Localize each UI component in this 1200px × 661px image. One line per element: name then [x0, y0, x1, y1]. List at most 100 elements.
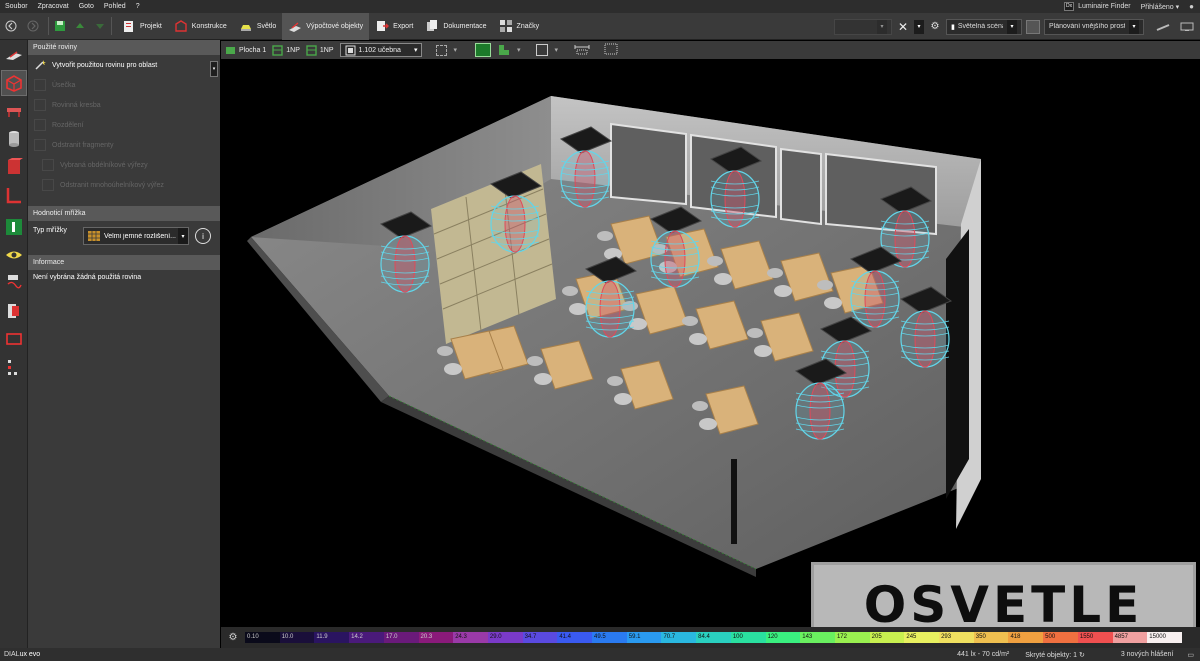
- panel-scroll-button[interactable]: ▾: [210, 61, 218, 77]
- zoom-extent-icon[interactable]: [536, 44, 549, 56]
- remove-fragments-icon: [34, 139, 46, 151]
- tab-construction[interactable]: Konstrukce: [168, 13, 233, 40]
- table-surface-icon[interactable]: [1, 98, 27, 124]
- undo-icon[interactable]: [73, 19, 87, 33]
- user-icon[interactable]: ●: [1183, 2, 1200, 11]
- menu-goto[interactable]: Goto: [74, 0, 99, 13]
- scale-cell: 205: [869, 632, 905, 643]
- luminaire: [489, 171, 543, 253]
- wall-surface-icon[interactable]: [1, 154, 27, 180]
- hidden-objects-status[interactable]: Skryté objekty: 1 ↻: [1017, 651, 1093, 659]
- light-scene-combo[interactable]: ▮ Světelná scéna 1 ▾: [946, 18, 1022, 35]
- remove-fragments-label: Odstranit fragmenty: [52, 141, 114, 149]
- scale-cell: 418: [1008, 632, 1044, 643]
- tab-project-label: Projekt: [140, 22, 162, 30]
- use-plane-icon[interactable]: [1, 70, 27, 96]
- screen-icon[interactable]: [1180, 20, 1194, 34]
- calc-surface-icon[interactable]: [1, 42, 27, 68]
- rect-cutout-label: Vybraná obdélníkové výřezy: [60, 161, 148, 169]
- scale-cell: 20.3: [418, 632, 454, 643]
- display-options-icon[interactable]: [604, 43, 618, 57]
- dialux-logo: DIALux evo: [0, 651, 40, 658]
- chevron-down-icon[interactable]: ▾: [914, 19, 924, 34]
- area-icon: [226, 46, 235, 54]
- area-selector[interactable]: Plocha 1: [225, 45, 266, 56]
- measure-readout: 441 lx - 70 cd/m²: [957, 651, 1010, 658]
- luminaire: [379, 211, 433, 293]
- points-grid-icon[interactable]: [1, 354, 27, 380]
- floor-icon: [306, 44, 317, 56]
- selection-frame-icon[interactable]: [436, 44, 448, 56]
- observer-eye-icon[interactable]: [1, 242, 27, 268]
- login-status[interactable]: Přihlášeno ▾: [1137, 3, 1184, 11]
- menu-help[interactable]: ?: [131, 0, 145, 13]
- 3d-view-icon[interactable]: [474, 43, 491, 57]
- emergency-exit-icon[interactable]: [1, 214, 27, 240]
- glare-calc-icon[interactable]: [1, 270, 27, 296]
- tab-light[interactable]: Světlo: [233, 13, 282, 40]
- floor-plan-icon[interactable]: [497, 43, 511, 57]
- redo-icon[interactable]: [93, 19, 107, 33]
- split-icon: [34, 119, 46, 131]
- notification-icon[interactable]: ▭: [1181, 651, 1200, 659]
- back-icon[interactable]: [0, 13, 22, 40]
- grid-icon: [88, 231, 100, 241]
- info-icon[interactable]: i: [195, 228, 211, 244]
- save-icon[interactable]: [53, 19, 67, 33]
- rectangle-tool-icon[interactable]: [1, 326, 27, 352]
- luminaire-finder-button[interactable]: Dx Luminaire Finder: [1058, 2, 1137, 11]
- forward-icon[interactable]: [22, 13, 44, 40]
- tab-export[interactable]: Export: [369, 13, 419, 40]
- cut-window-icon[interactable]: [1, 298, 27, 324]
- tab-markers[interactable]: Značky: [493, 13, 546, 40]
- menu-view[interactable]: Pohled: [99, 0, 131, 13]
- cylinder-icon[interactable]: [1, 126, 27, 152]
- floor-selector-2[interactable]: 1NP: [306, 44, 334, 56]
- floor-selector-1[interactable]: 1NP: [272, 44, 300, 56]
- planning-combo[interactable]: Plánování vnějšího prost... ▾: [1044, 18, 1144, 35]
- info-text: Není vybrána žádná použitá rovina: [33, 274, 142, 281]
- floor-surface-icon[interactable]: [1, 182, 27, 208]
- main-toolbar: Projekt Konstrukce Světlo Výpočtové obje…: [0, 12, 1200, 40]
- room-selector[interactable]: 1.102 učebna ▾: [339, 43, 423, 57]
- chevron-down-icon[interactable]: ▾: [517, 46, 521, 54]
- settings-gear-icon[interactable]: ⚙: [928, 20, 942, 34]
- ruler-icon[interactable]: [1156, 20, 1170, 34]
- scale-cell: 10.0: [279, 632, 315, 643]
- export-icon: [377, 21, 390, 31]
- section-used-planes-header: Použité roviny: [28, 40, 220, 55]
- tab-documentation[interactable]: Dokumentace: [419, 13, 492, 40]
- create-use-plane-label: Vytvořit použitou rovinu pro oblast: [52, 61, 158, 69]
- scale-settings-gear-icon[interactable]: ⚙: [221, 632, 245, 643]
- split-label: Rozdělení: [52, 121, 84, 129]
- menu-process[interactable]: Zpracovat: [33, 0, 74, 13]
- tab-markers-label: Značky: [516, 22, 540, 30]
- selection-combo[interactable]: ▾: [834, 18, 892, 35]
- properties-panel: Použité roviny ▾ Vytvořit použitou rovin…: [28, 40, 220, 648]
- luminaire: [794, 358, 848, 440]
- chevron-down-icon[interactable]: ▾: [453, 46, 457, 54]
- grid-type-select[interactable]: Velmi jemné rozlišení... ▾: [83, 227, 189, 245]
- tab-calc-objects[interactable]: Výpočtové objekty: [282, 12, 370, 40]
- menu-file[interactable]: Soubor: [0, 0, 33, 13]
- luminaire-finder-label: Luminaire Finder: [1078, 3, 1131, 10]
- planning-label: Plánování vnějšího prost...: [1049, 23, 1125, 30]
- door-frame: [731, 459, 737, 544]
- calc-objects-icon: [289, 22, 302, 32]
- 3d-viewport[interactable]: [221, 59, 1200, 627]
- scene-color-swatch[interactable]: [1026, 19, 1040, 34]
- room-label: 1.102 učebna: [358, 46, 401, 54]
- create-use-plane-item[interactable]: Vytvořit použitou rovinu pro oblast: [28, 55, 220, 75]
- dimension-icon[interactable]: [574, 43, 590, 57]
- blackboard: [946, 229, 969, 499]
- messages-status[interactable]: 3 nových hlášení: [1113, 651, 1182, 658]
- luminaire: [849, 246, 903, 328]
- delete-icon[interactable]: ✕: [896, 20, 910, 34]
- scale-cell: 172: [834, 632, 870, 643]
- tab-project[interactable]: Projekt: [116, 13, 168, 40]
- chevron-down-icon[interactable]: ▾: [554, 46, 558, 54]
- rect-cutout-item: Vybraná obdélníkové výřezy: [28, 155, 220, 175]
- scale-cell: 70.7: [661, 632, 697, 643]
- light-icon: [240, 25, 251, 31]
- tab-calc-objects-label: Výpočtové objekty: [306, 22, 364, 30]
